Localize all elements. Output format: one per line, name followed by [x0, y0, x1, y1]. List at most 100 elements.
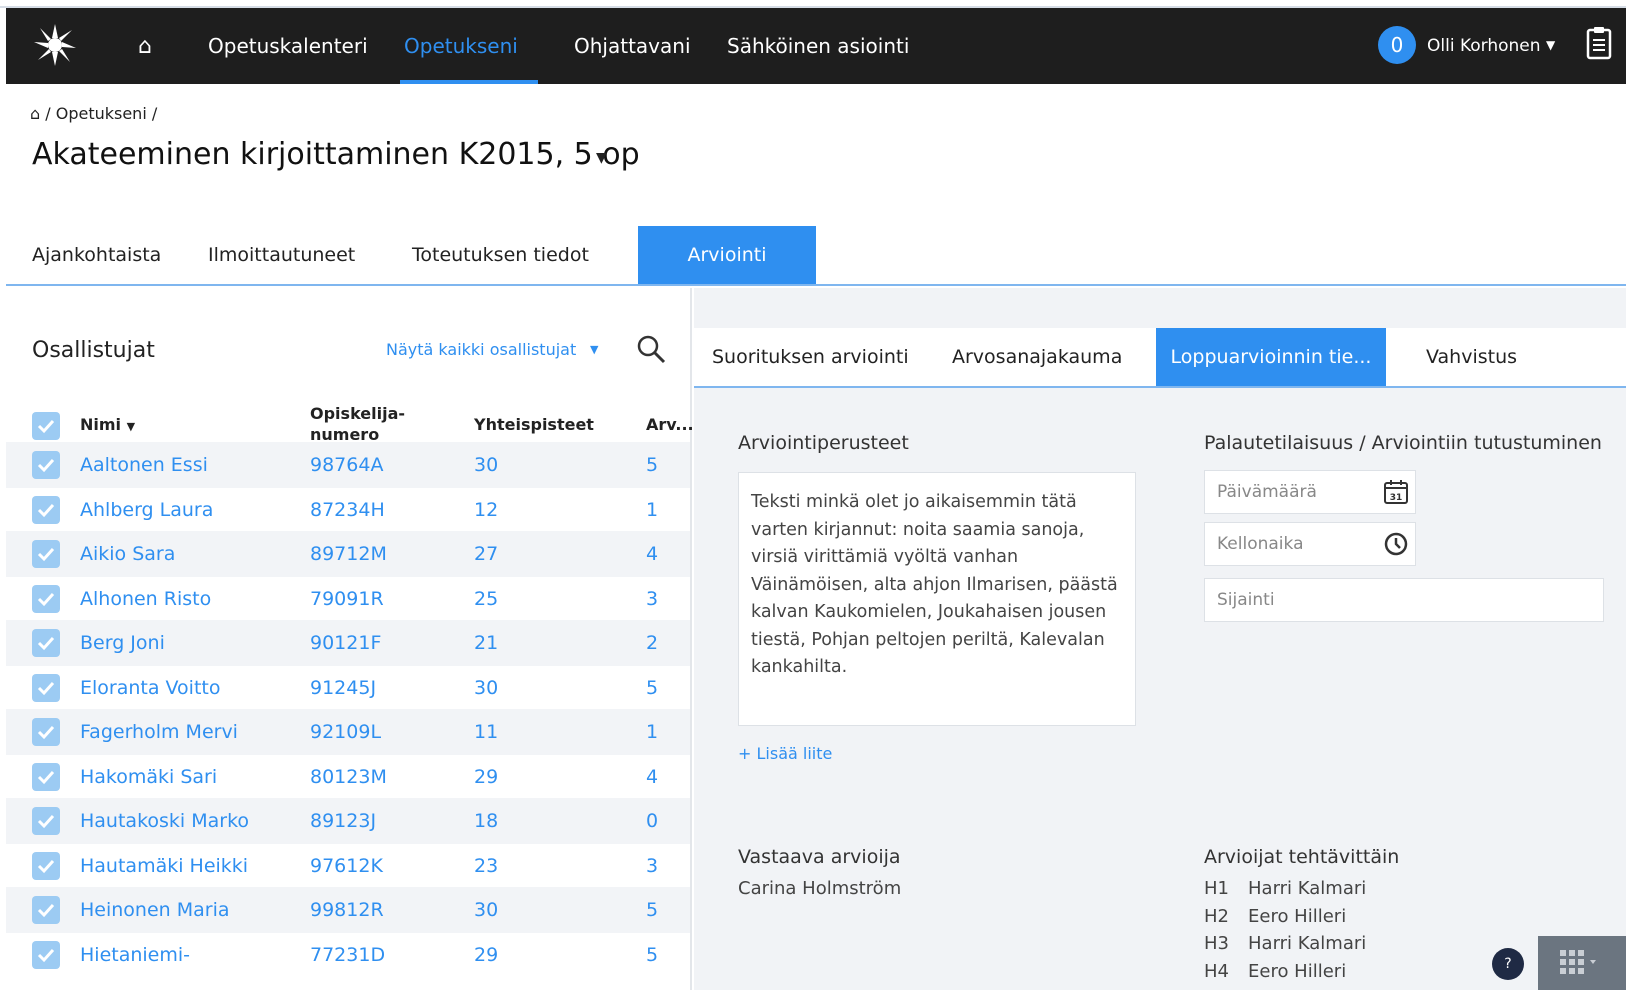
sub-tab-arvosanajakauma[interactable]: Arvosanajakauma	[952, 328, 1122, 386]
clock-icon[interactable]	[1383, 531, 1409, 557]
student-number[interactable]: 87234H	[310, 499, 385, 521]
table-row[interactable]: Fagerholm Mervi 92109L 11 1	[6, 709, 690, 755]
sub-tab-loppuarvioinnin-tiedot[interactable]: Loppuarvioinnin tie...	[1156, 328, 1386, 386]
row-checkbox[interactable]	[32, 584, 60, 613]
participant-name-link[interactable]: Heinonen Maria	[80, 899, 230, 921]
row-checkbox[interactable]	[32, 807, 60, 835]
student-number[interactable]: 77231D	[310, 944, 385, 966]
row-checkbox[interactable]	[32, 762, 60, 791]
participant-name-link[interactable]: Aikio Sara	[80, 543, 175, 565]
table-row[interactable]: Aaltonen Essi 98764A 30 5	[6, 442, 690, 488]
column-header-grade[interactable]: Arv...	[646, 415, 694, 434]
sub-tab-vahvistus[interactable]: Vahvistus	[1426, 328, 1517, 386]
student-number[interactable]: 97612K	[310, 855, 383, 877]
participant-name-link[interactable]: Hautakoski Marko	[80, 810, 249, 832]
select-all-checkbox[interactable]	[32, 412, 60, 440]
student-number[interactable]: 91245J	[310, 677, 376, 699]
table-row[interactable]: Ahlberg Laura 87234H 12 1	[6, 487, 690, 533]
nav-ohjattavani[interactable]: Ohjattavani	[574, 34, 691, 58]
total-points[interactable]: 25	[474, 588, 498, 610]
total-points[interactable]: 29	[474, 944, 498, 966]
total-points[interactable]: 21	[474, 632, 498, 654]
chevron-down-icon[interactable]: ▼	[1546, 38, 1555, 52]
grade-value[interactable]: 4	[646, 543, 658, 565]
nav-sahkoinen-asiointi[interactable]: Sähköinen asiointi	[727, 34, 909, 58]
grade-value[interactable]: 0	[646, 810, 658, 832]
total-points[interactable]: 29	[474, 766, 498, 788]
student-number[interactable]: 89712M	[310, 543, 387, 565]
tab-ilmoittautuneet[interactable]: Ilmoittautuneet	[208, 226, 355, 284]
table-row[interactable]: Hautamäki Heikki 97612K 23 3	[6, 843, 690, 889]
participant-name-link[interactable]: Hautamäki Heikki	[80, 855, 248, 877]
university-logo-icon[interactable]	[32, 22, 78, 68]
tab-toteutuksen-tiedot[interactable]: Toteutuksen tiedot	[412, 226, 589, 284]
table-row[interactable]: Berg Joni 90121F 21 2	[6, 620, 690, 666]
row-checkbox[interactable]	[32, 851, 60, 880]
chevron-down-icon[interactable]: ▼	[590, 343, 598, 356]
row-checkbox[interactable]	[32, 629, 60, 657]
column-header-name[interactable]: Nimi ▼	[80, 415, 135, 434]
search-icon[interactable]	[636, 334, 666, 364]
tab-ajankohtaista[interactable]: Ajankohtaista	[32, 226, 161, 284]
table-row[interactable]: Aikio Sara 89712M 27 4	[6, 531, 690, 577]
grade-value[interactable]: 4	[646, 766, 658, 788]
student-number[interactable]: 92109L	[310, 721, 381, 743]
nav-opetuskalenteri[interactable]: Opetuskalenteri	[208, 34, 368, 58]
tab-arviointi[interactable]: Arviointi	[638, 226, 816, 284]
total-points[interactable]: 12	[474, 499, 498, 521]
show-all-participants-dropdown[interactable]: Näytä kaikki osallistujat	[386, 340, 576, 359]
sub-tab-suorituksen-arviointi[interactable]: Suorituksen arviointi	[712, 328, 909, 386]
row-checkbox[interactable]	[32, 451, 60, 479]
table-row[interactable]: Eloranta Voitto 91245J 30 5	[6, 665, 690, 711]
participant-name-link[interactable]: Alhonen Risto	[80, 588, 211, 610]
column-header-points[interactable]: Yhteispisteet	[474, 415, 594, 434]
grade-value[interactable]: 1	[646, 721, 658, 743]
grade-value[interactable]: 2	[646, 632, 658, 654]
nav-opetukseni[interactable]: Opetukseni	[404, 34, 518, 58]
table-row[interactable]: Hietaniemi- 77231D 29 5	[6, 932, 690, 978]
total-points[interactable]: 18	[474, 810, 498, 832]
grade-value[interactable]: 3	[646, 588, 658, 610]
calendar-icon[interactable]: 31	[1383, 479, 1409, 505]
user-menu[interactable]: Olli Korhonen	[1427, 36, 1541, 56]
total-points[interactable]: 11	[474, 721, 498, 743]
grade-value[interactable]: 1	[646, 499, 658, 521]
total-points[interactable]: 30	[474, 454, 498, 476]
home-icon[interactable]: ⌂	[138, 34, 152, 59]
table-row[interactable]: Heinonen Maria 99812R 30 5	[6, 887, 690, 933]
home-icon[interactable]: ⌂	[30, 104, 40, 123]
sort-down-icon[interactable]: ▼	[127, 420, 135, 433]
row-checkbox[interactable]	[32, 540, 60, 568]
help-button[interactable]: ?	[1492, 948, 1524, 980]
grade-value[interactable]: 5	[646, 899, 658, 921]
participant-name-link[interactable]: Berg Joni	[80, 632, 165, 654]
clipboard-icon[interactable]	[1586, 26, 1612, 60]
total-points[interactable]: 23	[474, 855, 498, 877]
total-points[interactable]: 30	[474, 899, 498, 921]
location-field[interactable]	[1204, 578, 1604, 622]
column-header-student-number-1[interactable]: Opiskelija-	[310, 404, 405, 423]
apps-menu-button[interactable]	[1538, 936, 1626, 990]
student-number[interactable]: 80123M	[310, 766, 387, 788]
participant-name-link[interactable]: Aaltonen Essi	[80, 454, 208, 476]
participant-name-link[interactable]: Fagerholm Mervi	[80, 721, 238, 743]
location-input[interactable]	[1205, 579, 1603, 621]
total-points[interactable]: 27	[474, 543, 498, 565]
row-checkbox[interactable]	[32, 940, 60, 969]
chevron-down-icon[interactable]: ▼	[596, 150, 607, 166]
student-number[interactable]: 89123J	[310, 810, 376, 832]
total-points[interactable]: 30	[474, 677, 498, 699]
student-number[interactable]: 98764A	[310, 454, 383, 476]
participant-name-link[interactable]: Eloranta Voitto	[80, 677, 221, 699]
student-number[interactable]: 79091R	[310, 588, 384, 610]
row-checkbox[interactable]	[32, 718, 60, 746]
participant-name-link[interactable]: Hietaniemi-	[80, 944, 190, 966]
grade-value[interactable]: 5	[646, 677, 658, 699]
table-row[interactable]: Alhonen Risto 79091R 25 3	[6, 576, 690, 622]
grade-value[interactable]: 5	[646, 454, 658, 476]
row-checkbox[interactable]	[32, 495, 60, 524]
student-number[interactable]: 90121F	[310, 632, 381, 654]
date-field[interactable]: 31	[1204, 470, 1416, 514]
grade-value[interactable]: 5	[646, 944, 658, 966]
participant-name-link[interactable]: Ahlberg Laura	[80, 499, 213, 521]
